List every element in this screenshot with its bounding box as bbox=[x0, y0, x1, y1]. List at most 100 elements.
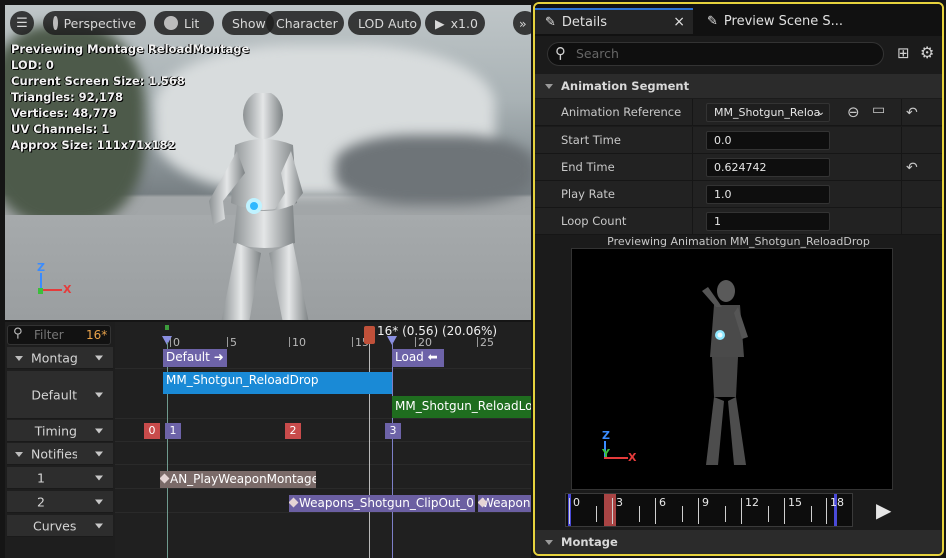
lod-button[interactable]: LOD Auto bbox=[348, 11, 421, 35]
ruler-tick: 0 bbox=[170, 336, 180, 349]
lit-button[interactable]: Lit bbox=[154, 11, 214, 35]
section-label: Default bbox=[166, 350, 210, 364]
section-title: Animation Segment bbox=[561, 79, 690, 93]
play-rate-input[interactable]: 1.0 bbox=[706, 185, 830, 204]
tab-details[interactable]: ✎ Details × bbox=[535, 8, 693, 34]
grid-view-icon[interactable]: ⊞ bbox=[897, 44, 910, 62]
x-axis-label: X bbox=[63, 283, 72, 296]
tab-preview-scene[interactable]: ✎ Preview Scene S... bbox=[697, 8, 897, 34]
notify-weapons[interactable]: Weapons bbox=[478, 495, 531, 512]
section-default[interactable]: Default ➜ bbox=[163, 349, 227, 367]
section-montage[interactable]: Montage bbox=[535, 530, 942, 554]
details-search-input[interactable]: ⚲ Search bbox=[547, 42, 884, 66]
segment-label: MM_Shotgun_ReloadLoop bbox=[395, 399, 531, 413]
chevron-right-icon: » bbox=[519, 15, 527, 31]
section-animation-segment[interactable]: Animation Segment bbox=[535, 74, 942, 98]
timing-marker[interactable]: 0 bbox=[144, 423, 160, 439]
chevron-down-icon bbox=[95, 523, 103, 528]
end-time-input[interactable]: 0.624742 bbox=[706, 158, 830, 177]
collapse-arrow-icon bbox=[15, 356, 23, 361]
ruler-tick: 5 bbox=[227, 336, 237, 349]
prop-label: Loop Count bbox=[561, 214, 627, 228]
track-timing[interactable]: Timing bbox=[7, 420, 113, 442]
stat-triangles: Triangles: 92,178 bbox=[11, 90, 123, 104]
timing-marker[interactable]: 1 bbox=[165, 423, 181, 439]
character-button[interactable]: Character bbox=[266, 11, 344, 35]
animation-preview-viewport[interactable]: Z Y X bbox=[571, 248, 893, 490]
track-label: Montage bbox=[31, 350, 77, 365]
track-label: Default bbox=[31, 387, 77, 402]
stat-approx-size: Approx Size: 111x71x182 bbox=[11, 138, 176, 152]
preview-caption: Previewing Animation MM_Shotgun_ReloadDr… bbox=[607, 235, 870, 248]
timeline-filter[interactable]: ⚲ Filter 16* bbox=[7, 325, 111, 345]
folder-search-icon[interactable]: ▭ bbox=[872, 102, 885, 118]
pencil-icon: ✎ bbox=[545, 14, 556, 30]
prop-loop-count: Loop Count 1 bbox=[535, 208, 942, 235]
background-cars bbox=[335, 135, 531, 205]
track-notifies[interactable]: Notifies bbox=[7, 443, 113, 465]
animation-viewport[interactable]: ☰ Perspective Lit Show Character LOD Aut… bbox=[5, 5, 531, 320]
track-curves[interactable]: Curves bbox=[7, 515, 113, 537]
track-montage[interactable]: Montage bbox=[7, 347, 113, 369]
pencil-icon: ✎ bbox=[707, 13, 718, 29]
track-notify-2[interactable]: 2 bbox=[7, 491, 113, 513]
segment-reload-loop[interactable]: MM_Shotgun_ReloadLoop bbox=[392, 396, 531, 418]
stat-screen-size: Current Screen Size: 1.568 bbox=[11, 74, 185, 88]
track-notify-1[interactable]: 1 bbox=[7, 467, 113, 489]
browse-back-icon[interactable]: ⊖ bbox=[847, 103, 860, 121]
loop-count-input[interactable]: 1 bbox=[706, 212, 830, 231]
reset-icon[interactable]: ↶ bbox=[906, 105, 918, 121]
montage-timeline: ⚲ Filter 16* Montage Default Timing Noti… bbox=[5, 322, 531, 558]
panel-tabs: ✎ Details × ✎ Preview Scene S... bbox=[535, 4, 942, 36]
prop-value: MM_Shotgun_Reloa bbox=[714, 106, 821, 119]
current-frame-readout: 16* bbox=[86, 328, 108, 342]
hamburger-icon: ☰ bbox=[16, 15, 28, 31]
animation-reference-dropdown[interactable]: MM_Shotgun_Reloa ⌄ bbox=[706, 103, 830, 122]
collapse-arrow-icon bbox=[15, 452, 23, 457]
notify-label: Weapons bbox=[482, 496, 531, 510]
collapse-arrow-icon bbox=[545, 84, 553, 89]
notify-label: AN_PlayWeaponMontage bbox=[170, 472, 316, 486]
z-axis-label: Z bbox=[602, 429, 610, 442]
character-label: Character bbox=[276, 15, 338, 31]
stat-vertices: Vertices: 48,779 bbox=[11, 106, 117, 120]
play-icon[interactable]: ▶ bbox=[876, 498, 891, 522]
tab-label: Details bbox=[561, 14, 607, 30]
filter-placeholder: Filter bbox=[34, 328, 64, 342]
preview-character bbox=[702, 280, 748, 465]
scrub-playhead[interactable] bbox=[604, 494, 616, 526]
start-time-input[interactable]: 0.0 bbox=[706, 131, 830, 150]
section-load[interactable]: Load ⬅ bbox=[392, 349, 444, 367]
x-axis-label: X bbox=[628, 451, 637, 464]
close-icon[interactable]: × bbox=[673, 14, 685, 30]
chevron-down-icon bbox=[95, 428, 103, 433]
chevron-down-icon bbox=[95, 451, 103, 456]
scrub-tick-label: 15 bbox=[784, 496, 802, 524]
perspective-button[interactable]: Perspective bbox=[43, 11, 146, 35]
arrow-right-icon: ➜ bbox=[213, 350, 224, 364]
timing-marker[interactable]: 3 bbox=[385, 423, 401, 439]
section-title: Montage bbox=[561, 535, 618, 549]
gear-icon[interactable]: ⚙ bbox=[920, 43, 934, 62]
scrub-tick-label: 6 bbox=[655, 496, 666, 524]
more-options-button[interactable]: » bbox=[513, 11, 531, 35]
preview-scrubber[interactable]: 0 3 6 9 12 15 18 bbox=[565, 493, 853, 527]
scrub-tick-label: 0 bbox=[569, 496, 580, 524]
prop-play-rate: Play Rate 1.0 bbox=[535, 181, 942, 208]
lit-label: Lit bbox=[184, 15, 200, 31]
timeline-track-area[interactable]: 0 5 10 15 20 25 16* (0.56) (20.06%) Defa… bbox=[115, 322, 531, 558]
row-notifies bbox=[115, 443, 531, 465]
track-default-slot[interactable]: Default bbox=[7, 371, 113, 419]
timing-marker[interactable]: 2 bbox=[285, 423, 301, 439]
prop-label: Animation Reference bbox=[561, 105, 682, 119]
notify-label: Weapons_Shotgun_ClipOut_01 bbox=[299, 496, 475, 510]
stat-uv-channels: UV Channels: 1 bbox=[11, 122, 110, 136]
notify-play-weapon-montage[interactable]: AN_PlayWeaponMontage bbox=[160, 471, 316, 488]
segment-reload-drop[interactable]: MM_Shotgun_ReloadDrop bbox=[163, 372, 392, 394]
playhead-handle[interactable] bbox=[364, 326, 375, 344]
notify-clip-out[interactable]: Weapons_Shotgun_ClipOut_01 bbox=[289, 495, 475, 512]
viewport-menu-button[interactable]: ☰ bbox=[10, 11, 34, 35]
prop-label: End Time bbox=[561, 160, 615, 174]
reset-icon[interactable]: ↶ bbox=[906, 160, 918, 176]
playback-speed-button[interactable]: ▶ x1.0 bbox=[425, 11, 485, 35]
